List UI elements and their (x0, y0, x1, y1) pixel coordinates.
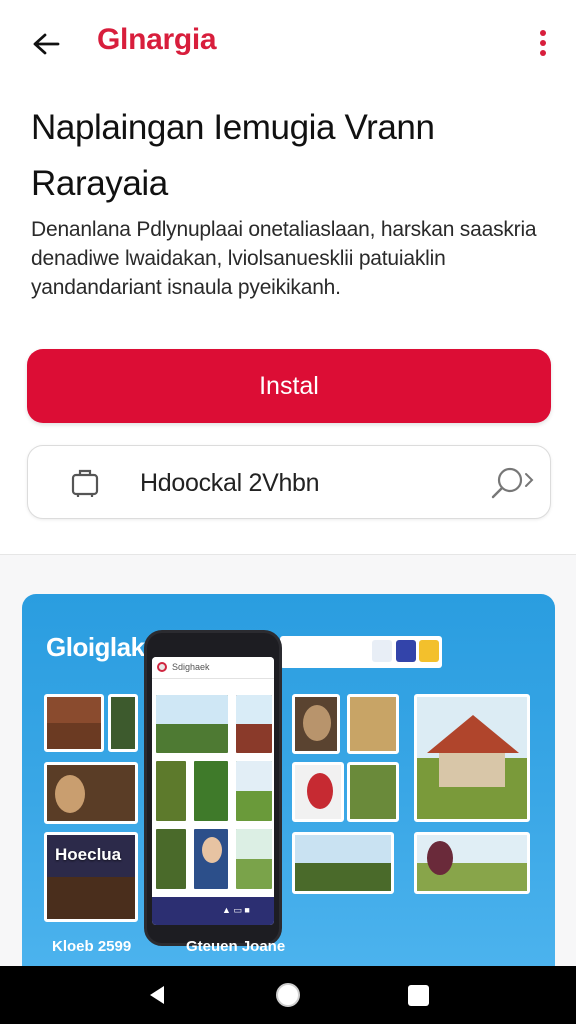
photo-tile (414, 694, 530, 822)
phone-url-bar: Sdighaek (152, 657, 274, 679)
phone-photo-tile (192, 827, 230, 891)
phone-screen: Sdighaek ▲ ▭ ■ (152, 657, 274, 925)
phone-photo-tile (234, 759, 274, 823)
photo-tile (292, 694, 340, 754)
more-vert-icon (540, 30, 546, 56)
promo-search-bar (280, 636, 442, 668)
phone-mockup: Sdighaek ▲ ▭ ■ (144, 630, 282, 946)
system-navigation-bar (0, 966, 576, 1024)
phone-photo-tile (234, 827, 274, 891)
photo-tile (347, 694, 399, 754)
promo-tile-label: Hoeclua (55, 845, 122, 864)
photo-tile (347, 762, 399, 822)
nav-back-triangle-icon[interactable] (146, 984, 168, 1006)
photo-tile: Hoeclua (44, 832, 138, 922)
phone-nav-bar: ▲ ▭ ■ (152, 897, 274, 925)
promo-brand: Gloiglak (46, 632, 145, 662)
secondary-button-label: Hdoockal 2Vhbn (140, 469, 320, 497)
install-button[interactable]: Instal (27, 349, 551, 423)
app-description: Denanlana Pdlynuplaai onetaliaslaan, har… (31, 218, 537, 299)
phone-photo-tile (154, 693, 230, 755)
phone-nav-label: ▲ ▭ ■ (222, 905, 250, 915)
promo-bookmark-icon (372, 640, 392, 662)
phone-url-text: Sdighaek (172, 662, 210, 672)
app-headline: Naplaingan Iemugia Vrann Rarayaia (31, 108, 435, 203)
phone-photo-tile (154, 759, 188, 823)
app-title: Glnargia (97, 23, 217, 56)
app-bar: Glnargia (0, 0, 576, 86)
more-options-button[interactable] (526, 24, 560, 62)
magnifier-arrow-icon (491, 467, 534, 499)
phone-photo-tile (234, 693, 274, 755)
photo-tile (44, 762, 138, 824)
nav-recents-square-icon[interactable] (408, 985, 429, 1006)
secondary-action-button[interactable]: Hdoockal 2Vhbn (27, 445, 551, 519)
photo-tile (292, 762, 344, 822)
photo-tile (414, 832, 530, 894)
photo-tile (44, 694, 104, 752)
photo-tile (108, 694, 138, 752)
phone-photo-tile (154, 827, 188, 891)
arrow-left-icon (33, 33, 60, 55)
back-button[interactable] (24, 22, 68, 66)
phone-app-logo-icon (157, 662, 167, 672)
phone-photo-tile (192, 759, 230, 823)
nav-home-circle-icon[interactable] (276, 983, 300, 1007)
photo-tile (292, 832, 394, 894)
luggage-icon (71, 469, 99, 497)
promo-screenshot[interactable]: Gloiglak Hoeclua Sdighaek ▲ ▭ ■ Kloeb 25… (22, 594, 555, 970)
promo-caption-right: Gteuen Joane (186, 938, 286, 955)
promo-caption-left: Kloeb 2599 (52, 938, 132, 955)
promo-folder-icon (419, 640, 439, 662)
promo-circle-icon (396, 640, 416, 662)
